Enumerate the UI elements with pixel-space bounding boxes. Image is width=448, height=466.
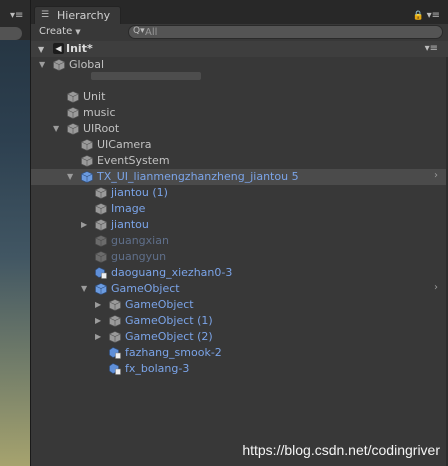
prefab-file-icon — [95, 267, 107, 279]
tree-row[interactable]: ▶ GameObject — [31, 297, 448, 313]
expand-arrow-icon[interactable]: ▼ — [39, 60, 47, 70]
chevron-right-icon[interactable]: › — [434, 282, 438, 293]
tree-row-label: music — [83, 106, 116, 119]
tree-row[interactable]: ▼ TX_UI_lianmengzhanzheng_jiantou 5 › — [31, 169, 448, 185]
tree-row-label: daoguang_xiezhan0-3 — [111, 266, 233, 279]
scene-view-header: ▾≡ — [0, 0, 30, 40]
tree-row[interactable]: guangxian — [31, 233, 448, 249]
gameobject-icon — [95, 187, 107, 199]
gameobject-icon — [81, 139, 93, 151]
tree-row-label: Image — [111, 202, 146, 215]
prefab-icon — [95, 283, 107, 295]
scene-row[interactable]: ▼ ◀ Init* ▾≡ — [31, 41, 448, 57]
create-button-label: Create — [39, 26, 73, 37]
tree-row-label: Global — [69, 58, 105, 71]
list-icon: ☰ — [41, 10, 50, 20]
hierarchy-panel: ☰ Hierarchy 🔒 ▾≡ Create▼ Q▾ ▼ ◀ Init* ▾≡… — [31, 0, 448, 466]
tree-row-label: UICamera — [97, 138, 152, 151]
tree-row[interactable]: fx_bolang-3 — [31, 361, 448, 377]
tree-row[interactable]: ▼ UIRoot — [31, 121, 448, 137]
tree-row[interactable]: UICamera — [31, 137, 448, 153]
tab-hierarchy-label: Hierarchy — [57, 9, 111, 22]
tree-row[interactable]: Unit — [31, 89, 448, 105]
collapse-arrow-icon[interactable]: ▶ — [95, 300, 103, 310]
tree-row-label: Unit — [83, 90, 106, 103]
tree-row-label: guangyun — [111, 250, 167, 263]
gameobject-icon — [95, 219, 107, 231]
gameobject-icon — [109, 331, 121, 343]
menu-icon[interactable]: ▾≡ — [427, 10, 440, 21]
gameobject-icon — [67, 91, 79, 103]
menu-icon[interactable]: ▾≡ — [10, 10, 23, 21]
collapse-arrow-icon[interactable]: ▶ — [81, 220, 89, 230]
scene-view-strip — [0, 0, 31, 466]
gameobject-icon — [53, 59, 65, 71]
unity-logo-icon: ◀ — [53, 43, 64, 54]
tab-hierarchy[interactable]: ☰ Hierarchy — [34, 6, 121, 24]
search-box[interactable]: Q▾ — [128, 25, 443, 39]
hierarchy-toolbar: Create ▼ Q▾ — [31, 24, 448, 42]
gameobject-icon — [67, 123, 79, 135]
gameobject-icon — [109, 299, 121, 311]
gameobject-icon — [95, 251, 107, 263]
tree-row-label: GameObject (2) — [125, 330, 213, 343]
tree-row-label: GameObject — [111, 282, 180, 295]
tree-row[interactable]: ▶ jiantou — [31, 217, 448, 233]
tree-row-label: fx_bolang-3 — [125, 362, 190, 375]
tree-row-label: EventSystem — [97, 154, 170, 167]
tree-row[interactable]: music — [31, 105, 448, 121]
expand-arrow-icon[interactable]: ▼ — [38, 45, 46, 55]
tree-row-label: GameObject — [125, 298, 194, 311]
tree-row-label: jiantou (1) — [111, 186, 168, 199]
search-input[interactable] — [145, 26, 425, 38]
tree-row-label: GameObject (1) — [125, 314, 213, 327]
tree-row-label: TX_UI_lianmengzhanzheng_jiantou 5 — [97, 170, 299, 183]
gameobject-icon — [109, 315, 121, 327]
tree-row-label: jiantou — [111, 218, 149, 231]
tree-row-label: UIRoot — [83, 122, 120, 135]
watermark: https://blog.csdn.net/codingriver — [242, 442, 440, 458]
expand-arrow-icon[interactable]: ▼ — [53, 124, 61, 134]
prefab-file-icon — [109, 363, 121, 375]
scene-name: Init* — [66, 42, 93, 55]
menu-icon[interactable]: ▾≡ — [425, 43, 438, 54]
tree-row[interactable]: ▶ GameObject (1) — [31, 313, 448, 329]
expand-arrow-icon[interactable]: ▼ — [67, 172, 75, 182]
chevron-right-icon[interactable]: › — [434, 170, 438, 181]
tree-row-label: guangxian — [111, 234, 169, 247]
search-icon: Q▾ — [133, 26, 145, 36]
prefab-file-icon — [109, 347, 121, 359]
tree-row[interactable]: EventSystem — [31, 153, 448, 169]
tab-bar: ☰ Hierarchy 🔒 ▾≡ — [31, 0, 448, 24]
tree-row[interactable]: guangyun — [31, 249, 448, 265]
scene-search-field[interactable] — [0, 27, 22, 40]
tree-row[interactable]: ▼ Global — [31, 57, 448, 73]
tree-row-label: fazhang_smook-2 — [125, 346, 222, 359]
expand-arrow-icon[interactable]: ▼ — [81, 284, 89, 294]
prefab-icon — [81, 171, 93, 183]
tree-row[interactable]: Image — [31, 201, 448, 217]
collapse-arrow-icon[interactable]: ▶ — [95, 332, 103, 342]
tree-row[interactable]: jiantou (1) — [31, 185, 448, 201]
gameobject-icon — [95, 235, 107, 247]
redacted-row — [91, 72, 201, 80]
tree-row[interactable]: daoguang_xiezhan0-3 — [31, 265, 448, 281]
lock-icon[interactable]: 🔒 — [413, 11, 424, 21]
collapse-arrow-icon[interactable]: ▶ — [95, 316, 103, 326]
gameobject-icon — [81, 155, 93, 167]
tree-row[interactable]: ▼ GameObject › — [31, 281, 448, 297]
chevron-down-icon: ▼ — [75, 28, 81, 36]
gameobject-icon — [95, 203, 107, 215]
create-button[interactable]: Create ▼ — [39, 26, 81, 37]
tree-row[interactable]: fazhang_smook-2 — [31, 345, 448, 361]
gameobject-icon — [67, 107, 79, 119]
tree-row[interactable]: ▶ GameObject (2) — [31, 329, 448, 345]
